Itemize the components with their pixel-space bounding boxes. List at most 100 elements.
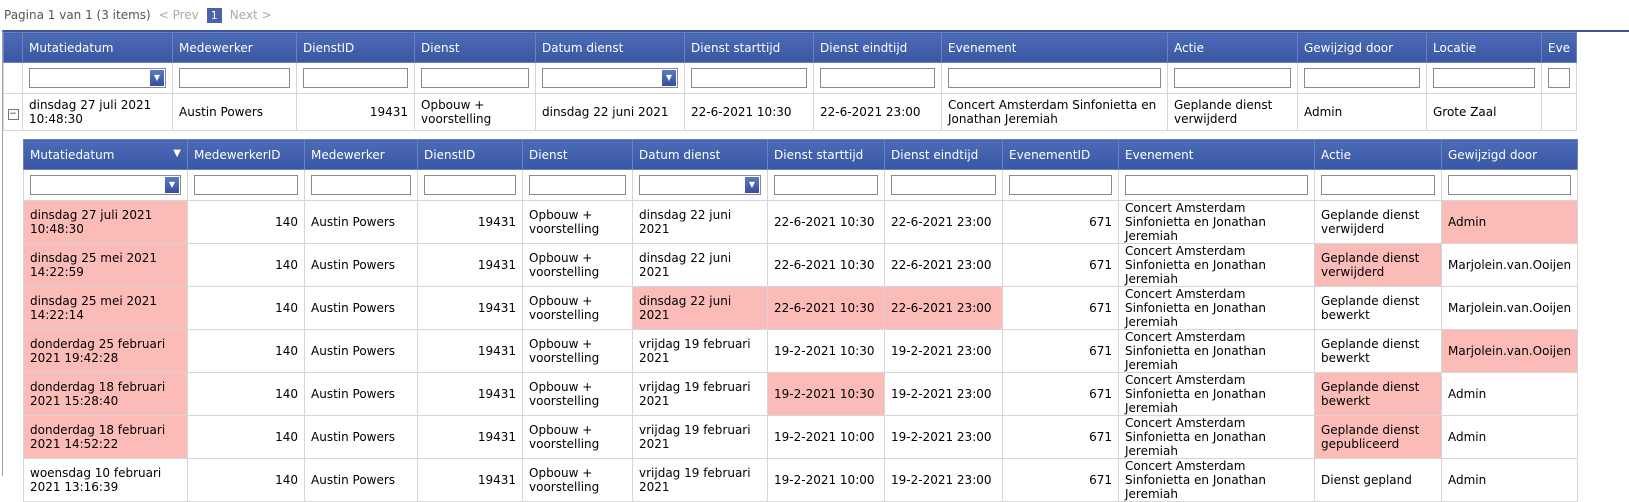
filter-eindtijd-input[interactable]	[820, 68, 935, 88]
filter-datum-dienst-dropdown[interactable]: ▼	[542, 68, 678, 88]
filter-medewerker-input[interactable]	[179, 68, 290, 88]
filter-mutatiedatum-dropdown[interactable]: ▼	[29, 68, 166, 88]
detail-filter-eindtijd-input[interactable]	[891, 175, 996, 195]
cell-medewerker: Austin Powers	[304, 286, 418, 330]
cell-medewerker: Austin Powers	[304, 372, 418, 416]
outer-header-eindtijd[interactable]: Dienst eindtijd	[813, 32, 942, 63]
cell-datum-dienst: dinsdag 22 juni 2021	[632, 200, 768, 244]
outer-header-medewerker[interactable]: Medewerker	[172, 32, 297, 63]
cell-mutatiedatum: dinsdag 25 mei 2021 14:22:14	[23, 286, 188, 330]
filter-gewijzigd-door-input[interactable]	[1304, 68, 1420, 88]
outer-data-row[interactable]: − dinsdag 27 juli 2021 10:48:30 Austin P…	[3, 93, 1578, 131]
detail-filter-actie-input[interactable]	[1321, 175, 1435, 195]
detail-filter-mutatiedatum-dropdown[interactable]: ▼	[30, 175, 181, 195]
outer-header-evenement-cut[interactable]: Eve	[1540, 32, 1578, 63]
cell-gewijzigd-door: Marjolein.van.Ooijen	[1440, 286, 1579, 330]
detail-header-eindtijd[interactable]: Dienst eindtijd	[884, 139, 1003, 170]
table-row[interactable]: dinsdag 27 juli 2021 10:48:30 140 Austin P…	[23, 200, 1579, 244]
filter-evenement-cut-input[interactable]	[1548, 68, 1571, 88]
outer-header-gewijzigd-door[interactable]: Gewijzigd door	[1297, 32, 1427, 63]
cell-evenement: Concert Amsterdam Sinfonietta en Jonatha…	[941, 93, 1168, 131]
cell-dienstid: 19431	[417, 200, 523, 244]
table-row[interactable]: woensdag 10 februari 2021 13:16:39 140 Aus…	[23, 458, 1579, 502]
cell-dienst: Opbouw + voorstelling	[522, 200, 633, 244]
chevron-down-icon[interactable]: ▼	[745, 177, 759, 193]
outer-header-datum-dienst[interactable]: Datum dienst	[535, 32, 685, 63]
page-1-button[interactable]: 1	[206, 7, 222, 23]
cell-evenement: Concert Amsterdam Sinfonietta en Jonatha…	[1118, 458, 1315, 502]
table-row[interactable]: donderdag 18 februari 2021 14:52:22 140 Au…	[23, 415, 1579, 459]
detail-header-dienstid[interactable]: DienstID	[417, 139, 523, 170]
filter-dienstid-input[interactable]	[303, 68, 408, 88]
outer-header-locatie[interactable]: Locatie	[1426, 32, 1542, 63]
cell-eindtijd: 19-2-2021 23:00	[884, 372, 1003, 416]
detail-header-medewerkerid[interactable]: MedewerkerID	[187, 139, 305, 170]
detail-filter-datum-dienst-dropdown[interactable]: ▼	[639, 175, 761, 195]
detail-header-datum-dienst[interactable]: Datum dienst	[632, 139, 768, 170]
cell-dienstid: 19431	[417, 329, 523, 373]
detail-filter-evenement-input[interactable]	[1125, 175, 1308, 195]
detail-filter-dienstid-input[interactable]	[424, 175, 516, 195]
detail-filter-medewerkerid-input[interactable]	[194, 175, 298, 195]
filter-evenement-input[interactable]	[948, 68, 1161, 88]
detail-filter-dienst-input[interactable]	[529, 175, 626, 195]
cell-evenementid: 671	[1002, 415, 1119, 459]
detail-header-actie[interactable]: Actie	[1314, 139, 1442, 170]
filter-actie-input[interactable]	[1174, 68, 1291, 88]
chevron-down-icon[interactable]: ▼	[165, 177, 179, 193]
cell-starttijd: 19-2-2021 10:30	[767, 372, 885, 416]
detail-header-evenement[interactable]: Evenement	[1118, 139, 1315, 170]
outer-header-actie[interactable]: Actie	[1167, 32, 1298, 63]
cell-gewijzigd-door: Admin	[1440, 200, 1579, 244]
prev-link[interactable]: < Prev	[159, 8, 199, 22]
detail-header-evenementid[interactable]: EvenementID	[1002, 139, 1119, 170]
detail-table: Mutatiedatum ▼ MedewerkerID Medewerker Di…	[23, 139, 1579, 502]
cell-medewerker: Austin Powers	[304, 329, 418, 373]
table-row[interactable]: donderdag 18 februari 2021 15:28:40 140 Au…	[23, 372, 1579, 416]
outer-header-dienstid[interactable]: DienstID	[296, 32, 415, 63]
detail-header-gewijzigd-door[interactable]: Gewijzigd door	[1440, 139, 1579, 170]
detail-header-medewerker[interactable]: Medewerker	[304, 139, 418, 170]
cell-eindtijd: 22-6-2021 23:00	[884, 286, 1003, 330]
cell-starttijd: 19-2-2021 10:00	[767, 415, 885, 459]
cell-dienst: Opbouw + voorstelling	[522, 372, 633, 416]
cell-evenement: Concert Amsterdam Sinfonietta en Jonatha…	[1118, 415, 1315, 459]
filter-starttijd-input[interactable]	[691, 68, 807, 88]
detail-header-mutatiedatum[interactable]: Mutatiedatum ▼	[23, 139, 188, 170]
outer-header-dienst[interactable]: Dienst	[414, 32, 536, 63]
detail-filter-gewijzigd-door-input[interactable]	[1448, 175, 1572, 195]
detail-header-dienst[interactable]: Dienst	[522, 139, 633, 170]
chevron-down-icon[interactable]: ▼	[662, 70, 676, 86]
cell-actie: Geplande dienst bewerkt	[1314, 372, 1442, 416]
cell-medewerkerid: 140	[187, 329, 305, 373]
cell-dienstid: 19431	[417, 372, 523, 416]
cell-datum-dienst: vrijdag 19 februari 2021	[632, 458, 768, 502]
cell-actie: Geplande dienst gepubliceerd	[1314, 415, 1442, 459]
pager-info: Pagina 1 van 1 (3 items)	[4, 8, 151, 22]
detail-header-starttijd[interactable]: Dienst starttijd	[767, 139, 885, 170]
collapse-icon[interactable]: −	[7, 108, 19, 120]
detail-filter-starttijd-input[interactable]	[774, 175, 878, 195]
cell-actie: Geplande dienst verwijderd	[1314, 243, 1442, 287]
detail-filter-evenementid-input[interactable]	[1009, 175, 1112, 195]
cell-dienst: Opbouw + voorstelling	[414, 93, 536, 131]
sort-desc-icon[interactable]: ▼	[173, 148, 181, 159]
detail-filter-medewerker-input[interactable]	[311, 175, 411, 195]
cell-mutatiedatum: dinsdag 27 juli 2021 10:48:30	[22, 93, 173, 131]
chevron-down-icon[interactable]: ▼	[150, 70, 164, 86]
table-row[interactable]: dinsdag 25 mei 2021 14:22:59 140 Austin Po…	[23, 243, 1579, 287]
table-row[interactable]: donderdag 25 februari 2021 19:42:28 140 Au…	[23, 329, 1579, 373]
cell-dienst: Opbouw + voorstelling	[522, 458, 633, 502]
next-link[interactable]: Next >	[230, 8, 272, 22]
outer-header-mutatiedatum[interactable]: Mutatiedatum	[22, 32, 173, 63]
table-row[interactable]: dinsdag 25 mei 2021 14:22:14 140 Austin Po…	[23, 286, 1579, 330]
cell-datum-dienst: vrijdag 19 februari 2021	[632, 372, 768, 416]
filter-locatie-input[interactable]	[1433, 68, 1535, 88]
filter-dienst-input[interactable]	[421, 68, 529, 88]
outer-header-expand	[3, 32, 23, 63]
cell-dienst: Opbouw + voorstelling	[522, 286, 633, 330]
cell-medewerker: Austin Powers	[172, 93, 297, 131]
outer-header-starttijd[interactable]: Dienst starttijd	[684, 32, 814, 63]
cell-datum-dienst: vrijdag 19 februari 2021	[632, 415, 768, 459]
outer-header-evenement[interactable]: Evenement	[941, 32, 1168, 63]
